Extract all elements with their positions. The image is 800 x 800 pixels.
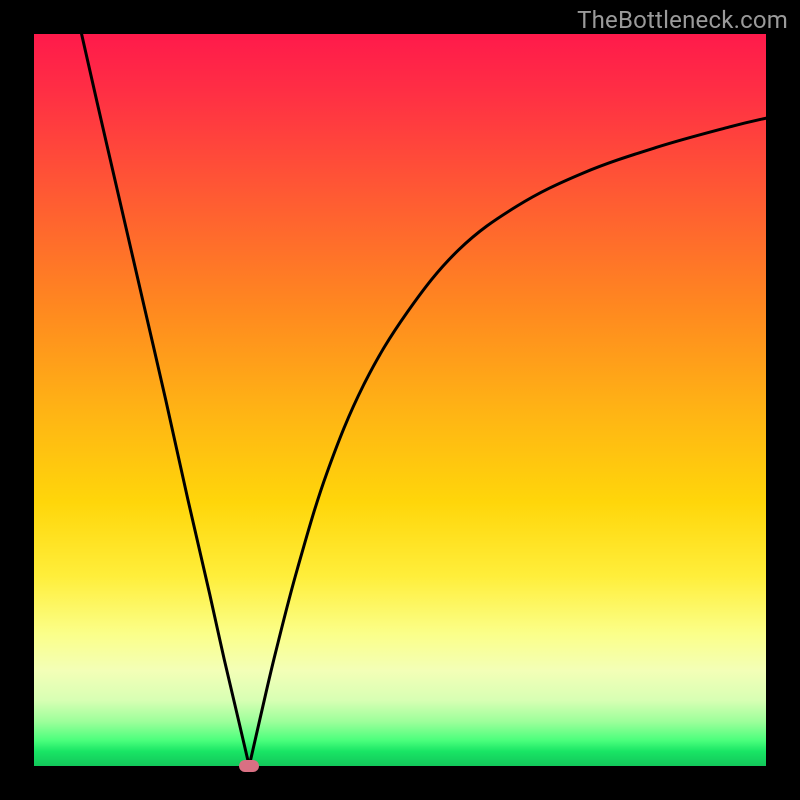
chart-frame: TheBottleneck.com bbox=[0, 0, 800, 800]
watermark-text: TheBottleneck.com bbox=[577, 6, 788, 34]
curve-left-branch bbox=[82, 34, 250, 766]
curve-right-branch bbox=[249, 118, 766, 766]
minimum-marker bbox=[239, 760, 259, 772]
curve-svg bbox=[34, 34, 766, 766]
plot-area bbox=[34, 34, 766, 766]
